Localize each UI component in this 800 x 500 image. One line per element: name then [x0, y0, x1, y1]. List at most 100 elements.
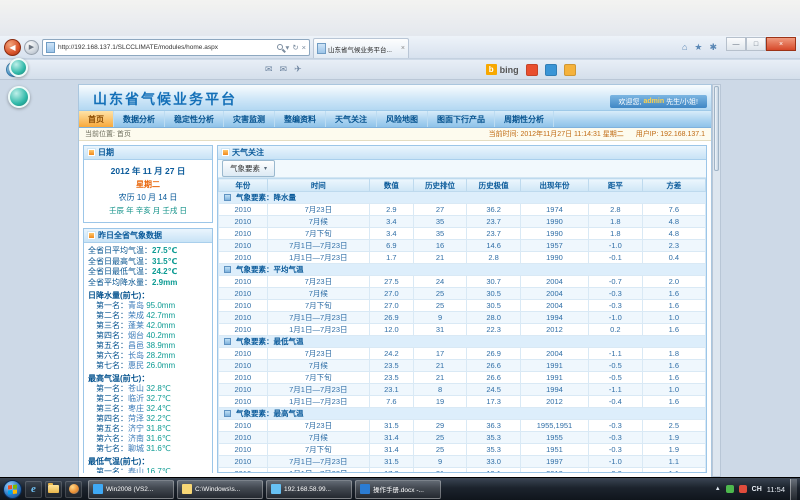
send-icon[interactable]: ✈	[294, 64, 302, 75]
column-header[interactable]: 出现年份	[520, 179, 588, 192]
station-name[interactable]: 惠民	[128, 361, 144, 370]
nav-item-8[interactable]: 周期性分析	[495, 111, 554, 127]
table-row[interactable]: 20107月1日—7月23日6.91614.61957-1.02.3	[219, 240, 706, 252]
station-name[interactable]: 苍山	[128, 384, 144, 393]
table-row[interactable]: 20107月下旬31.42535.31951-0.31.9	[219, 444, 706, 456]
address-bar[interactable]: http://192.168.137.1/SLCCLIMATE/modules/…	[42, 39, 310, 56]
station-name[interactable]: 昌邑	[128, 341, 144, 350]
gadget-bubble-bottom[interactable]	[8, 86, 30, 108]
minimize-button[interactable]: —	[726, 37, 746, 51]
nav-item-7[interactable]: 图面下行产品	[428, 111, 495, 127]
taskbar-window-1[interactable]: C:\Windows\s...	[177, 480, 263, 499]
station-name[interactable]: 泰山	[128, 467, 144, 473]
table-group-row[interactable]: 气象要素：平均气温	[219, 264, 706, 276]
nav-item-2[interactable]: 稳定性分析	[165, 111, 224, 127]
station-name[interactable]: 济宁	[128, 424, 144, 433]
nav-item-4[interactable]: 整编资料	[275, 111, 326, 127]
taskbar-window-2[interactable]: 192.168.58.99...	[266, 480, 352, 499]
page-scrollbar[interactable]	[712, 84, 721, 477]
table-row[interactable]: 20101月1日—7月23日1.7212.81990-0.10.4	[219, 252, 706, 264]
column-header[interactable]: 历史排位	[413, 179, 467, 192]
table-row[interactable]: 20107月下旬23.52126.61991-0.51.6	[219, 372, 706, 384]
column-header[interactable]: 距平	[589, 179, 643, 192]
browser-tab[interactable]: 山东省气候业务平台... ×	[313, 38, 409, 58]
table-row[interactable]: 20107月1日—7月23日31.5933.01997-1.01.1	[219, 456, 706, 468]
home-icon[interactable]: ⌂	[680, 42, 689, 52]
table-group-row[interactable]: 气象要素：最高气温	[219, 408, 706, 420]
station-name[interactable]: 济南	[128, 434, 144, 443]
media-player-icon[interactable]	[65, 481, 82, 498]
gadget-bubble-top[interactable]	[9, 58, 28, 77]
table-row[interactable]: 20107月候3.43523.719901.84.8	[219, 216, 706, 228]
table-row[interactable]: 20107月23日27.52430.72004-0.72.0	[219, 276, 706, 288]
station-name[interactable]: 青岛	[128, 301, 144, 310]
clock[interactable]: 11:54	[767, 485, 785, 494]
table-group-row[interactable]: 气象要素：降水量	[219, 192, 706, 204]
column-header[interactable]: 数值	[369, 179, 413, 192]
explorer-icon[interactable]	[45, 481, 62, 498]
station-name[interactable]: 烟台	[128, 331, 144, 340]
table-row[interactable]: 20101月1日—7月23日17.22119.12012-0.21.1	[219, 468, 706, 473]
column-header[interactable]: 年份	[219, 179, 268, 192]
tray-status-icon-green[interactable]	[726, 485, 734, 493]
station-name[interactable]: 临沂	[128, 394, 144, 403]
table-row[interactable]: 20101月1日—7月23日7.61917.32012-0.41.6	[219, 396, 706, 408]
element-filter-button[interactable]: 气象要素 ▾	[222, 160, 275, 177]
column-header[interactable]: 方差	[642, 179, 705, 192]
table-row[interactable]: 20107月23日31.52936.31955,1951-0.32.5	[219, 420, 706, 432]
address-dropdown-icon[interactable]: ▾	[286, 43, 290, 52]
bing-logo[interactable]: b bing	[486, 64, 519, 75]
station-name[interactable]: 蓬莱	[128, 321, 144, 330]
username[interactable]: admin	[643, 98, 664, 105]
taskbar-window-0[interactable]: Win2008 (VS2...	[88, 480, 174, 499]
search-icon[interactable]	[277, 44, 283, 50]
toolbar-app-icon-orange[interactable]	[564, 64, 576, 76]
table-row[interactable]: 20101月1日—7月23日12.03122.320120.21.6	[219, 324, 706, 336]
station-name[interactable]: 聊城	[128, 444, 144, 453]
mail-icon[interactable]: ✉	[265, 64, 273, 75]
close-button[interactable]: ×	[766, 37, 796, 51]
nav-item-1[interactable]: 数据分析	[114, 111, 165, 127]
table-row[interactable]: 20107月23日24.21726.92004-1.11.8	[219, 348, 706, 360]
taskbar-window-3[interactable]: 操作手册.docx -...	[355, 480, 441, 499]
scrollbar-thumb[interactable]	[714, 86, 719, 171]
table-row[interactable]: 20107月1日—7月23日26.9928.01994-1.01.0	[219, 312, 706, 324]
nav-item-0[interactable]: 首页	[79, 111, 114, 127]
tray-expand-icon[interactable]: ▲	[715, 486, 721, 492]
refresh-icon[interactable]: ↻	[292, 43, 298, 52]
table-row[interactable]: 20107月候27.02530.52004-0.31.6	[219, 288, 706, 300]
station-name[interactable]: 荣成	[128, 311, 144, 320]
station-name[interactable]: 长岛	[128, 351, 144, 360]
tab-close-icon[interactable]: ×	[401, 45, 405, 52]
table-row[interactable]: 20107月23日2.92736.219742.87.6	[219, 204, 706, 216]
tools-icon[interactable]: ✱	[707, 42, 719, 53]
station-name[interactable]: 菏泽	[128, 414, 144, 423]
language-indicator[interactable]: CH	[752, 486, 762, 493]
table-row[interactable]: 20107月下旬3.43523.719901.84.8	[219, 228, 706, 240]
tray-status-icon-red[interactable]	[739, 485, 747, 493]
mail-icon-2[interactable]: ✉	[280, 64, 288, 75]
table-row[interactable]: 20107月下旬27.02530.52004-0.31.6	[219, 300, 706, 312]
start-button[interactable]	[3, 480, 22, 499]
toolbar-app-icon-blue[interactable]	[545, 64, 557, 76]
browser-titlebar[interactable]	[0, 0, 800, 36]
nav-item-3[interactable]: 灾害监测	[224, 111, 275, 127]
table-group-row[interactable]: 气象要素：最低气温	[219, 336, 706, 348]
stop-icon[interactable]: ×	[302, 43, 306, 52]
forward-button[interactable]: ▶	[24, 40, 39, 55]
table-row[interactable]: 20107月候23.52126.61991-0.51.6	[219, 360, 706, 372]
show-desktop-button[interactable]	[790, 479, 797, 500]
column-header[interactable]: 时间	[267, 179, 369, 192]
toolbar-app-icon-red[interactable]	[526, 64, 538, 76]
maximize-button[interactable]: □	[746, 37, 766, 51]
table-row[interactable]: 20107月候31.42535.31955-0.31.9	[219, 432, 706, 444]
back-button[interactable]: ◀	[4, 39, 21, 56]
table-row[interactable]: 20107月1日—7月23日23.1824.51994-1.11.0	[219, 384, 706, 396]
ie-taskbar-icon[interactable]: e	[25, 481, 42, 498]
table-cell: 7月23日	[267, 348, 369, 360]
nav-item-6[interactable]: 风险地图	[377, 111, 428, 127]
favorites-icon[interactable]: ★	[692, 42, 704, 53]
station-name[interactable]: 枣庄	[128, 404, 144, 413]
nav-item-5[interactable]: 天气关注	[326, 111, 377, 127]
column-header[interactable]: 历史极值	[467, 179, 521, 192]
